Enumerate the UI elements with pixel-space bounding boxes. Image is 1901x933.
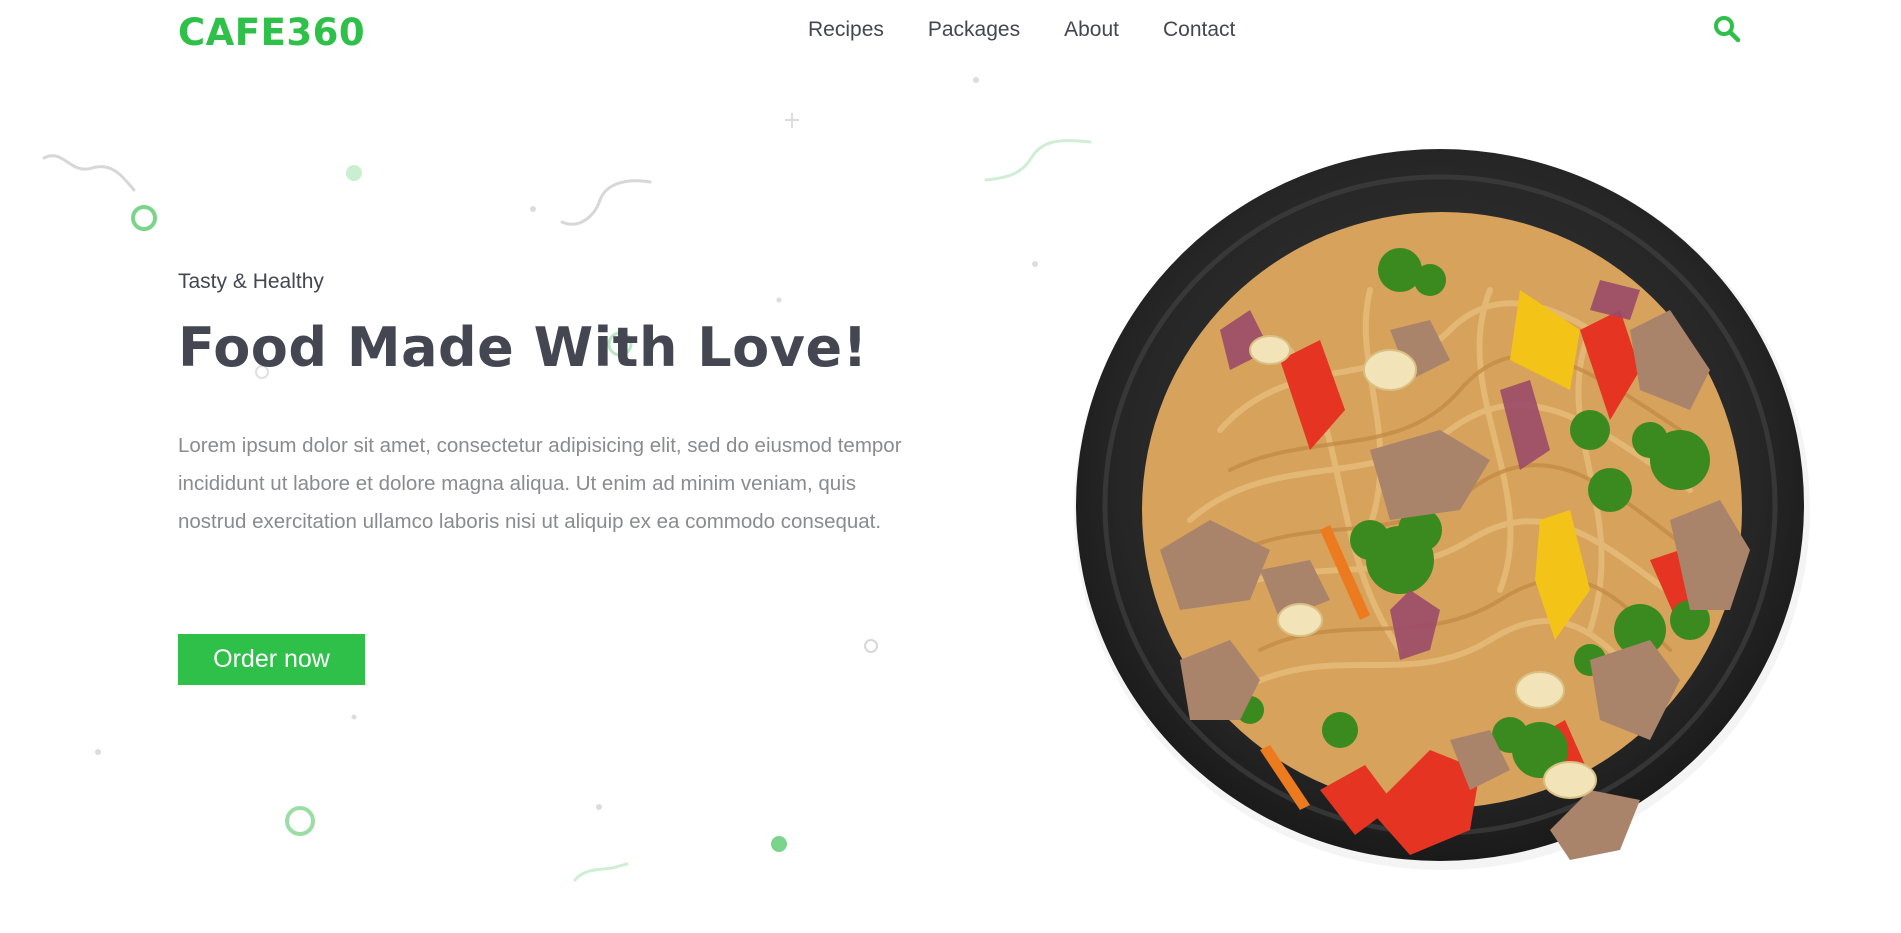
dot-decoration bbox=[95, 749, 101, 755]
dot-decoration bbox=[771, 836, 787, 852]
dot-decoration bbox=[596, 804, 602, 810]
hero-headline: Food Made With Love! bbox=[178, 316, 868, 379]
plus-decoration bbox=[785, 113, 799, 128]
dot-decoration bbox=[530, 206, 536, 212]
squiggle-decoration bbox=[42, 154, 136, 192]
nav-contact[interactable]: Contact bbox=[1163, 18, 1235, 42]
dot-decoration bbox=[1032, 261, 1038, 267]
dot-decoration bbox=[351, 714, 357, 720]
hero-eyebrow: Tasty & Healthy bbox=[178, 270, 324, 293]
dot-decoration bbox=[973, 77, 979, 83]
hero-description: Lorem ipsum dolor sit amet, consectetur … bbox=[178, 434, 902, 533]
ring-decoration bbox=[864, 639, 878, 653]
squiggle-decoration bbox=[573, 862, 629, 882]
order-now-button[interactable]: Order now bbox=[178, 634, 365, 685]
ring-decoration bbox=[285, 806, 315, 836]
search-icon bbox=[1714, 16, 1741, 43]
ring-decoration bbox=[131, 205, 157, 231]
hero-content: Tasty & Healthy Food Made With Love! Lor… bbox=[178, 270, 918, 541]
squiggle-decoration bbox=[560, 179, 652, 226]
search-button[interactable] bbox=[1712, 14, 1742, 44]
hero-dish-image bbox=[1074, 149, 1810, 870]
dot-decoration bbox=[346, 165, 362, 181]
